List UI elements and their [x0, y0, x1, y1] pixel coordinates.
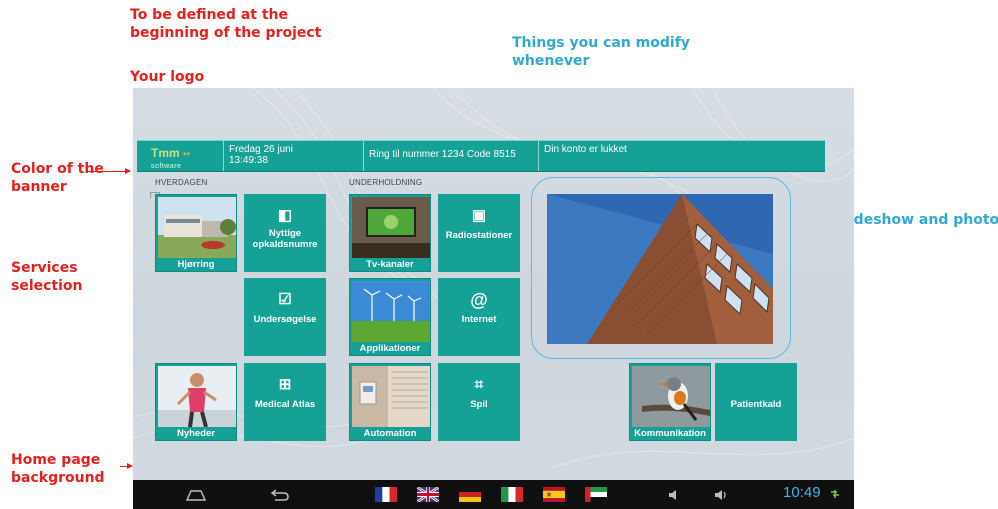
slideshow-photo[interactable] [547, 194, 773, 344]
radio-icon: ▣ [471, 207, 487, 224]
arrow-to-background [120, 463, 133, 469]
tile-label: Spil [470, 399, 488, 410]
tile-medical-atlas[interactable]: ⊞ Medical Atlas [244, 363, 326, 441]
first-aid-icon: ⊞ [278, 376, 292, 393]
logo-mark-icon: ▪▪ [183, 149, 191, 160]
account-cell: Din konto er lukket [538, 141, 825, 171]
tile-label: Hjørring [177, 259, 215, 270]
call-cell: Ring til nummer 1234 Code 8515 [363, 141, 538, 171]
annotation-define-title: To be defined at the beginning of the pr… [130, 7, 322, 41]
tile-label: Kommunikation [634, 428, 706, 439]
tile-label: Nyheder [176, 428, 215, 439]
tile-label: Patientkald [730, 399, 782, 410]
home-icon[interactable] [185, 488, 207, 502]
tile-nyheder[interactable]: Nyheder [155, 363, 237, 441]
tile-automation[interactable]: Automation [349, 363, 431, 441]
tile-radio[interactable]: ▣ Radiostationer [438, 194, 520, 272]
tile-label: Nyttige opkaldsnumre [252, 228, 318, 250]
hjorring-photo [158, 197, 236, 258]
checkbox-icon: ☑ [278, 291, 292, 308]
datetime-cell: Fredag 26 juni 13:49:38 [223, 141, 363, 171]
status-clock: 10:49 [783, 484, 821, 501]
section-everyday: Hverdagen [155, 178, 208, 187]
flag-germany-icon[interactable] [459, 487, 481, 502]
kommunikation-photo [632, 366, 710, 427]
tile-label: Automation [363, 428, 417, 439]
back-icon[interactable] [270, 488, 290, 502]
tile-spil[interactable]: ⌗ Spil [438, 363, 520, 441]
annotation-logo: Your logo [130, 69, 205, 85]
tile-label: Tv-kanaler [366, 259, 414, 270]
tile-undersogelse[interactable]: ☑ Undersøgelse [244, 278, 326, 356]
tile-label: Radiostationer [445, 230, 513, 241]
flag-united-kingdom-icon[interactable] [417, 487, 439, 502]
volume-down-icon[interactable] [667, 488, 681, 502]
logo-subtext: software [151, 163, 182, 170]
nyheder-photo [158, 366, 236, 427]
flag-france-icon[interactable] [375, 487, 397, 502]
automation-photo [352, 366, 430, 427]
banner-date: Fredag 26 juni [229, 144, 293, 155]
applikationer-photo [352, 281, 430, 342]
tile-label: Medical Atlas [254, 399, 316, 410]
at-icon: @ [470, 290, 488, 310]
tile-internet[interactable]: @ Internet [438, 278, 520, 356]
connection-icon [831, 490, 839, 498]
annotation-modify-title: Things you can modify whenever [512, 35, 690, 69]
flag-spain-icon[interactable] [543, 487, 565, 502]
phone-book-icon: ◧ [277, 207, 293, 224]
tile-label: Undersøgelse [253, 314, 317, 325]
home-screen: Tmm ▪▪ software Fredag 26 juni 13:49:38 … [133, 88, 854, 509]
logo-text: Tmm [151, 146, 180, 160]
annotation-slideshow: Slideshow and photo [834, 212, 998, 228]
banner-time: 13:49:38 [229, 155, 268, 166]
annotation-services: Services selection [11, 260, 83, 294]
puzzle-icon: ⌗ [474, 376, 484, 393]
tile-hjorring[interactable]: Hjørring [155, 194, 237, 272]
tile-label: Applikationer [359, 343, 421, 354]
app-logo: Tmm ▪▪ software [151, 147, 190, 173]
annotation-banner-color: Color of the banner [11, 161, 104, 195]
tile-label: Internet [461, 314, 497, 325]
tv-photo [352, 197, 430, 258]
volume-up-icon[interactable] [713, 488, 729, 502]
arrow-to-banner [86, 168, 131, 174]
top-banner: Tmm ▪▪ software Fredag 26 juni 13:49:38 … [137, 140, 825, 172]
section-entertainment: Underholdning [349, 178, 423, 187]
tile-applikationer[interactable]: Applikationer [349, 278, 431, 356]
flag-united-arab-emirates-icon[interactable] [585, 487, 607, 502]
annotation-home-background: Home page background [11, 452, 105, 486]
tile-patientkald[interactable]: Patientkald [715, 363, 797, 441]
account-status: Din konto er lukket [544, 144, 627, 155]
tile-nyttige[interactable]: ◧ Nyttige opkaldsnumre [244, 194, 326, 272]
system-navigation-bar: 10:49 [133, 480, 854, 509]
tile-tv[interactable]: Tv-kanaler [349, 194, 431, 272]
tile-kommunikation[interactable]: Kommunikation [629, 363, 711, 441]
call-info: Ring til nummer 1234 Code 8515 [369, 149, 516, 160]
flag-italy-icon[interactable] [501, 487, 523, 502]
